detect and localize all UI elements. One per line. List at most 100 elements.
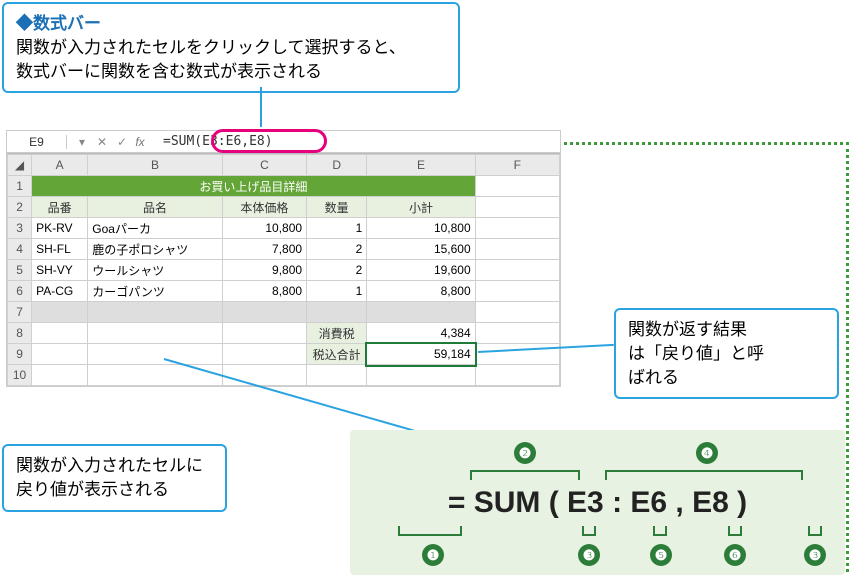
row-header[interactable]: 1 — [8, 176, 32, 197]
cell[interactable] — [475, 302, 559, 323]
annotation-bracket — [808, 526, 822, 536]
cell[interactable] — [222, 302, 306, 323]
row-header[interactable]: 8 — [8, 323, 32, 344]
cell[interactable]: 1 — [307, 218, 367, 239]
row-header[interactable]: 5 — [8, 260, 32, 281]
col-header[interactable]: A — [32, 155, 88, 176]
annotation-label: ❷ — [514, 442, 536, 464]
cell[interactable] — [222, 365, 306, 386]
cell[interactable] — [475, 323, 559, 344]
cell[interactable]: 7,800 — [222, 239, 306, 260]
annotation-label: ❶ — [422, 544, 444, 566]
table-row: 5 SH-VY ウールシャツ 9,800 2 19,600 — [8, 260, 560, 281]
cell[interactable] — [32, 344, 88, 365]
column-label[interactable]: 本体価格 — [222, 197, 306, 218]
cell[interactable]: 19,600 — [367, 260, 475, 281]
selected-cell[interactable]: 59,184 — [367, 344, 475, 365]
cell[interactable]: ウールシャツ — [88, 260, 222, 281]
cell[interactable]: 9,800 — [222, 260, 306, 281]
highlight-circle — [211, 129, 327, 153]
row-header[interactable]: 2 — [8, 197, 32, 218]
cell[interactable] — [88, 344, 222, 365]
cell[interactable]: 2 — [307, 260, 367, 281]
cell[interactable] — [32, 365, 88, 386]
cell[interactable]: SH-VY — [32, 260, 88, 281]
annotation-bracket — [653, 526, 667, 536]
col-header[interactable]: B — [88, 155, 222, 176]
row-header[interactable]: 3 — [8, 218, 32, 239]
dropdown-icon[interactable]: ▾ — [75, 135, 89, 149]
col-header[interactable]: E — [367, 155, 475, 176]
cell[interactable]: 鹿の子ポロシャツ — [88, 239, 222, 260]
column-label[interactable]: 品名 — [88, 197, 222, 218]
cell[interactable]: PA-CG — [32, 281, 88, 302]
cell[interactable]: 8,800 — [222, 281, 306, 302]
cell[interactable]: 15,600 — [367, 239, 475, 260]
cell[interactable] — [475, 281, 559, 302]
cell[interactable] — [32, 302, 88, 323]
col-header[interactable]: F — [475, 155, 559, 176]
cell[interactable] — [222, 323, 306, 344]
annotation-bracket — [398, 526, 462, 536]
tax-label[interactable]: 消費税 — [307, 323, 367, 344]
cell[interactable]: 10,800 — [222, 218, 306, 239]
cell[interactable] — [475, 365, 559, 386]
cell[interactable] — [88, 302, 222, 323]
cell[interactable] — [307, 302, 367, 323]
cell[interactable] — [307, 365, 367, 386]
cell[interactable] — [32, 323, 88, 344]
cell[interactable] — [475, 218, 559, 239]
cell[interactable]: 8,800 — [367, 281, 475, 302]
row-header[interactable]: 9 — [8, 344, 32, 365]
dotted-connector — [846, 142, 849, 572]
row-header[interactable]: 10 — [8, 365, 32, 386]
annotation-label: ❻ — [724, 544, 746, 566]
cell[interactable] — [475, 176, 559, 197]
select-all[interactable]: ◢ — [8, 155, 32, 176]
annotation-label: ❸ — [804, 544, 826, 566]
formula-icons: ▾ ✕ ✓ fx — [67, 135, 157, 149]
tax-value[interactable]: 4,384 — [367, 323, 475, 344]
callout-text: 関数が入力されたセルに — [16, 454, 213, 478]
callout-text: 戻り値が表示される — [16, 478, 213, 502]
callout-cell-display: 関数が入力されたセルに 戻り値が表示される — [2, 444, 227, 512]
cancel-icon[interactable]: ✕ — [95, 135, 109, 149]
formula-display: = SUM ( E3 : E6 , E8 ) — [350, 486, 845, 520]
cell[interactable]: 10,800 — [367, 218, 475, 239]
cell[interactable]: SH-FL — [32, 239, 88, 260]
column-label[interactable]: 数量 — [307, 197, 367, 218]
cell[interactable]: 2 — [307, 239, 367, 260]
fx-icon[interactable]: fx — [135, 135, 149, 149]
row-header[interactable]: 4 — [8, 239, 32, 260]
callout-formula-bar: ◆数式バー 関数が入力されたセルをクリックして選択すると、 数式バーに関数を含む… — [2, 2, 460, 93]
row-header[interactable]: 6 — [8, 281, 32, 302]
cell[interactable] — [88, 323, 222, 344]
table-row: 4 SH-FL 鹿の子ポロシャツ 7,800 2 15,600 — [8, 239, 560, 260]
cell[interactable] — [475, 239, 559, 260]
col-header[interactable]: C — [222, 155, 306, 176]
callout-text: 数式バーに関数を含む数式が表示される — [16, 60, 446, 84]
cell[interactable]: Goaパーカ — [88, 218, 222, 239]
annotation-bracket — [605, 470, 803, 480]
row-header[interactable]: 7 — [8, 302, 32, 323]
name-box[interactable]: E9 — [7, 135, 67, 149]
column-label[interactable]: 小計 — [367, 197, 475, 218]
cell[interactable] — [475, 260, 559, 281]
cell[interactable] — [475, 197, 559, 218]
col-header[interactable]: D — [307, 155, 367, 176]
cell[interactable] — [367, 302, 475, 323]
table-title[interactable]: お買い上げ品目詳細 — [32, 176, 476, 197]
cell[interactable] — [367, 365, 475, 386]
total-label[interactable]: 税込合計 — [307, 344, 367, 365]
table-row: 6 PA-CG カーゴパンツ 8,800 1 8,800 — [8, 281, 560, 302]
callout-text: 関数が返す結果 — [628, 318, 825, 342]
cell[interactable]: PK-RV — [32, 218, 88, 239]
formula-breakdown-panel: = SUM ( E3 : E6 , E8 ) ❷ ❹ ❶ ❸ ❺ ❻ ❸ — [350, 430, 845, 575]
column-label[interactable]: 品番 — [32, 197, 88, 218]
enter-icon[interactable]: ✓ — [115, 135, 129, 149]
cell[interactable] — [88, 365, 222, 386]
cell[interactable]: 1 — [307, 281, 367, 302]
cell[interactable]: カーゴパンツ — [88, 281, 222, 302]
cell[interactable] — [222, 344, 306, 365]
annotation-bracket — [582, 526, 596, 536]
